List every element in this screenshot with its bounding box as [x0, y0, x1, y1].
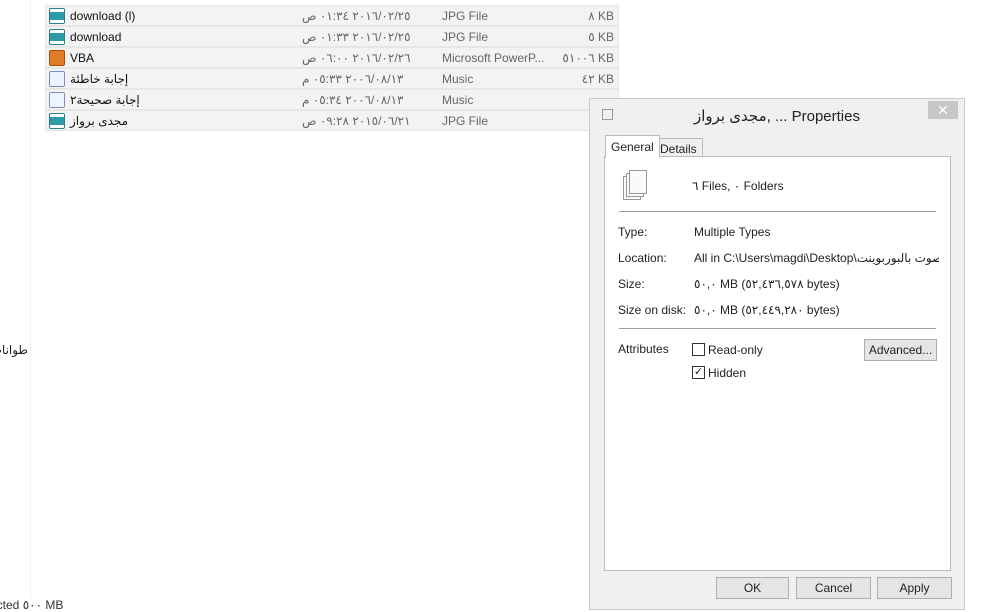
- attributes-label: Attributes: [618, 342, 669, 356]
- readonly-label[interactable]: Read-only: [708, 343, 763, 357]
- file-type: JPG File: [442, 29, 489, 44]
- advanced-button[interactable]: Advanced...: [864, 339, 937, 361]
- file-type: JPG File: [442, 8, 489, 23]
- nav-item[interactable]: طوانات: [0, 343, 28, 357]
- hidden-label[interactable]: Hidden: [708, 366, 746, 380]
- file-type: JPG File: [442, 113, 489, 128]
- file-row[interactable]: إجابة خاطئة ٢٠٠٦/٠٨/١٣ ٠٥:٣٣ م Music ٤٢ …: [45, 68, 619, 89]
- file-date: ٢٠١٦/٠٢/٢٦ ٠٦:٠٠ ص: [302, 50, 411, 65]
- file-row[interactable]: مجدى برواز ٢٠١٥/٠٦/٢١ ٠٩:٢٨ ص JPG File: [45, 110, 619, 131]
- music-icon: [49, 70, 65, 87]
- file-size: ٤٢ KB: [581, 71, 614, 86]
- file-type: Music: [442, 92, 474, 107]
- file-name: إجابة صحيحة٢: [70, 92, 140, 107]
- size-on-disk-label: Size on disk:: [618, 303, 687, 317]
- location-label: Location:: [618, 251, 667, 265]
- ok-button[interactable]: OK: [716, 577, 789, 599]
- dialog-title: مجدى برواز, ... Properties: [694, 108, 860, 125]
- file-name: download: [70, 29, 122, 44]
- file-date: ٢٠٠٦/٠٨/١٣ ٠٥:٣٤ م: [302, 92, 404, 107]
- navigation-pane: طوانات: [0, 0, 31, 598]
- file-name: مجدى برواز: [70, 113, 129, 128]
- multiple-files-icon: [623, 170, 647, 200]
- close-button[interactable]: ✕: [928, 101, 958, 119]
- readonly-checkbox[interactable]: [692, 343, 705, 356]
- tab-general[interactable]: General: [605, 135, 660, 158]
- image-icon: [49, 112, 65, 129]
- file-size: ٥١٠٠٦ KB: [562, 50, 614, 65]
- file-name: VBA: [70, 50, 95, 65]
- general-panel: ٦ Files, ٠ Folders Type: Multiple Types …: [604, 156, 951, 571]
- file-row[interactable]: VBA ٢٠١٦/٠٢/٢٦ ٠٦:٠٠ ص Microsoft PowerP.…: [45, 47, 619, 68]
- file-size: ٥ KB: [588, 29, 614, 44]
- divider: [619, 211, 936, 212]
- file-date: ٢٠١٥/٠٦/٢١ ٠٩:٢٨ ص: [302, 113, 411, 128]
- file-date: ٢٠١٦/٠٢/٢٥ ٠١:٣٣ ص: [302, 29, 411, 44]
- file-type: Microsoft PowerP...: [442, 50, 545, 65]
- summary: ٦ Files, ٠ Folders: [692, 179, 784, 193]
- file-row[interactable]: إجابة صحيحة٢ ٢٠٠٦/٠٨/١٣ ٠٥:٣٤ م Music: [45, 89, 619, 110]
- file-date: ٢٠١٦/٠٢/٢٥ ٠١:٣٤ ص: [302, 8, 411, 23]
- powerpoint-icon: [49, 49, 65, 66]
- properties-dialog: مجدى برواز, ... Properties ✕ General Det…: [589, 98, 965, 610]
- file-row[interactable]: download (l) ٢٠١٦/٠٢/٢٥ ٠١:٣٤ ص JPG File…: [45, 5, 619, 26]
- file-size: ٨ KB: [588, 8, 614, 23]
- file-list: download (l) ٢٠١٦/٠٢/٢٥ ٠١:٣٤ ص JPG File…: [45, 5, 619, 131]
- size-on-disk-value: ٥٠,٠ MB (٥٢,٤٤٩,٢٨٠ bytes): [694, 303, 840, 317]
- title-bar[interactable]: مجدى برواز, ... Properties ✕: [590, 99, 964, 129]
- type-value: Multiple Types: [694, 225, 771, 239]
- cancel-button[interactable]: Cancel: [796, 577, 871, 599]
- file-date: ٢٠٠٦/٠٨/١٣ ٠٥:٣٣ م: [302, 71, 404, 86]
- image-icon: [49, 28, 65, 45]
- file-name: إجابة خاطئة: [70, 71, 129, 86]
- file-type: Music: [442, 71, 474, 86]
- type-label: Type:: [618, 225, 648, 239]
- file-name: download (l): [70, 8, 136, 23]
- size-value: ٥٠,٠ MB (٥٢,٤٣٦,٥٧٨ bytes): [694, 277, 840, 291]
- file-row[interactable]: download ٢٠١٦/٠٢/٢٥ ٠١:٣٣ ص JPG File ٥ K…: [45, 26, 619, 47]
- hidden-checkbox[interactable]: ✓: [692, 366, 705, 379]
- tab-details[interactable]: Details: [654, 138, 703, 157]
- apply-button[interactable]: Apply: [877, 577, 952, 599]
- image-icon: [49, 7, 65, 24]
- size-label: Size:: [618, 277, 645, 291]
- location-value: All in C:\Users\magdi\Desktop\خل الصوت ب…: [694, 251, 939, 265]
- divider: [619, 328, 936, 329]
- music-icon: [49, 91, 65, 108]
